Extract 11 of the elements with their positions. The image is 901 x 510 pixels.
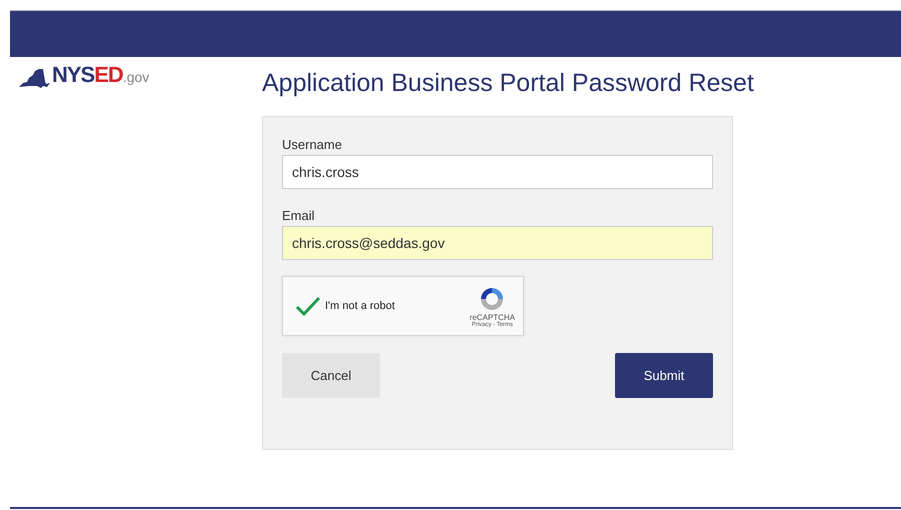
field-label: Email [282, 208, 316, 223]
recaptcha-text: reCAPTCHA [470, 312, 515, 322]
state-map-icon [17, 67, 51, 89]
cancel-button[interactable]: Cancel [282, 353, 380, 398]
logo-text: NYSED.gov [52, 63, 150, 89]
page-title: Application Business Portal Password Reset [262, 68, 754, 98]
submit-button[interactable]: Submit [615, 353, 713, 398]
input-field[interactable]: chris.cross [282, 155, 713, 189]
input-field[interactable]: chris.cross@seddas.gov [282, 226, 713, 260]
captcha-label: I'm not a robot [325, 300, 396, 312]
field-label: Username [282, 137, 343, 152]
